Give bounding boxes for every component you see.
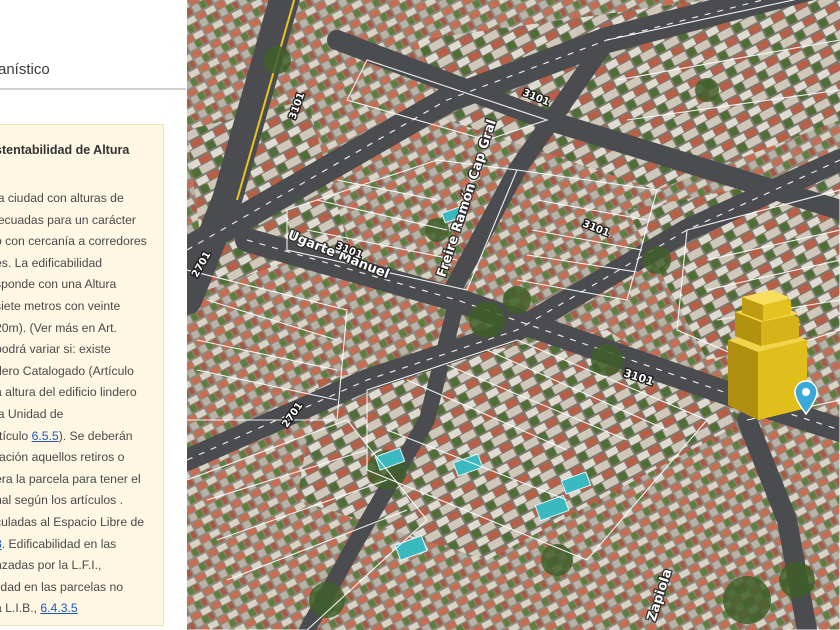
card-text: la Unidad de [0,407,64,421]
card-text-line: la Unidad de [0,407,63,421]
card-text-line: podrá variar si: existe [0,342,111,356]
info-card: stentabilidad de Altura la ciudad con al… [0,124,164,626]
card-text: culadas al Espacio Libre de [0,515,145,529]
card-text: es. La edificabilidad [0,255,103,270]
article-link[interactable]: 6.4.3.5 [40,601,77,615]
card-text-line: 20m). (Ver más en Art. [0,321,117,335]
card-text: podrá variar si: existe [0,342,111,357]
card-text: nal según los artículos . [0,493,124,508]
card-text-line: a L.I.B., 6.4.3.5 [0,601,78,615]
card-text-line: nzadas por la L.F.I., [0,558,101,572]
card-title: stentabilidad de Altura [0,143,130,157]
card-text: era la parcela para tener el [0,471,141,486]
info-panel: anístico stentabilidad de Altura la ciud… [0,0,186,630]
card-text: siete metros con veinte [0,299,121,313]
card-text: sponde con una Altura [0,277,117,292]
card-text: 20m). (Ver más en Art. [0,320,117,335]
article-link[interactable]: 6.5.5 [32,429,59,443]
card-text: o con cercanía a corredores [0,234,147,249]
card-text: lidad en las parcelas no [0,579,124,594]
card-text: rtículo [0,428,29,443]
card-text-line: lidad en las parcelas no [0,580,123,594]
card-text: ración aquellos retiros o [0,450,125,465]
panel-header: anístico [0,46,186,90]
card-text-line: rtículo 6.5.5). Se deberán [0,429,133,443]
card-text-line: 3. Edificabilidad en las [0,537,116,551]
card-text: la ciudad con alturas de [0,191,124,205]
card-text: dero Catalogado (Artículo [0,363,134,378]
card-text-line: o con cercanía a corredores [0,234,147,248]
card-text: nzadas por la L.F.I., [0,558,102,573]
panel-title: anístico [0,61,50,78]
card-text-line: es. La edificabilidad [0,256,102,270]
card-text: ). Se deberán [58,428,133,443]
card-text: a L.I.B., [0,601,38,616]
card-text-line: lecuadas para un carácter [0,213,136,227]
card-text: lecuadas para un carácter [0,212,136,227]
card-text: a altura del edificio lindero [0,385,137,400]
card-text-line: dero Catalogado (Artículo [0,364,134,378]
card-text-line: siete metros con veinte [0,299,120,313]
card-text-line: ración aquellos retiros o [0,450,124,464]
card-text-line: a altura del edificio lindero [0,385,137,399]
card-text-line: era la parcela para tener el [0,472,141,486]
card-text-line: sponde con una Altura [0,277,116,291]
map-view[interactable]: Ugarte Manuel Freire Ramón Cap Gral Zapi… [187,0,840,630]
card-text-line: la ciudad con alturas de [0,191,124,205]
card-text-line: nal según los artículos . [0,493,123,507]
card-text: . Edificabilidad en las [1,536,117,551]
card-text-line: culadas al Espacio Libre de [0,515,144,529]
